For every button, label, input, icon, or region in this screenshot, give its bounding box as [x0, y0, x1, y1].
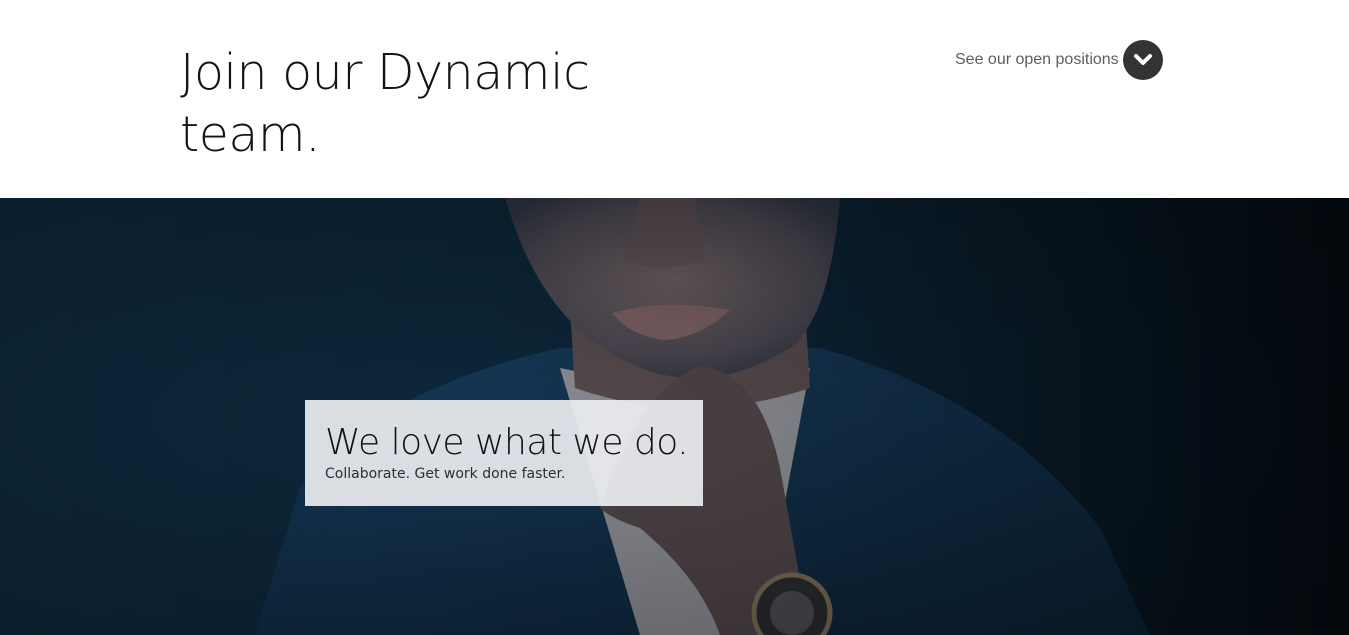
- page-title: Join our Dynamic team.: [180, 44, 590, 163]
- hero-banner: We love what we do. Collaborate. Get wor…: [0, 198, 1349, 635]
- hero-card: We love what we do. Collaborate. Get wor…: [305, 400, 703, 506]
- hero-subtext: Collaborate. Get work done faster.: [325, 466, 566, 482]
- hero-heading: We love what we do.: [325, 422, 689, 463]
- open-positions-label: See our open positions: [955, 51, 1119, 68]
- open-positions-link[interactable]: See our open positions: [955, 40, 1163, 80]
- chevron-down-icon[interactable]: [1122, 40, 1163, 80]
- site-header: Join our Dynamic team. See our open posi…: [0, 0, 1349, 198]
